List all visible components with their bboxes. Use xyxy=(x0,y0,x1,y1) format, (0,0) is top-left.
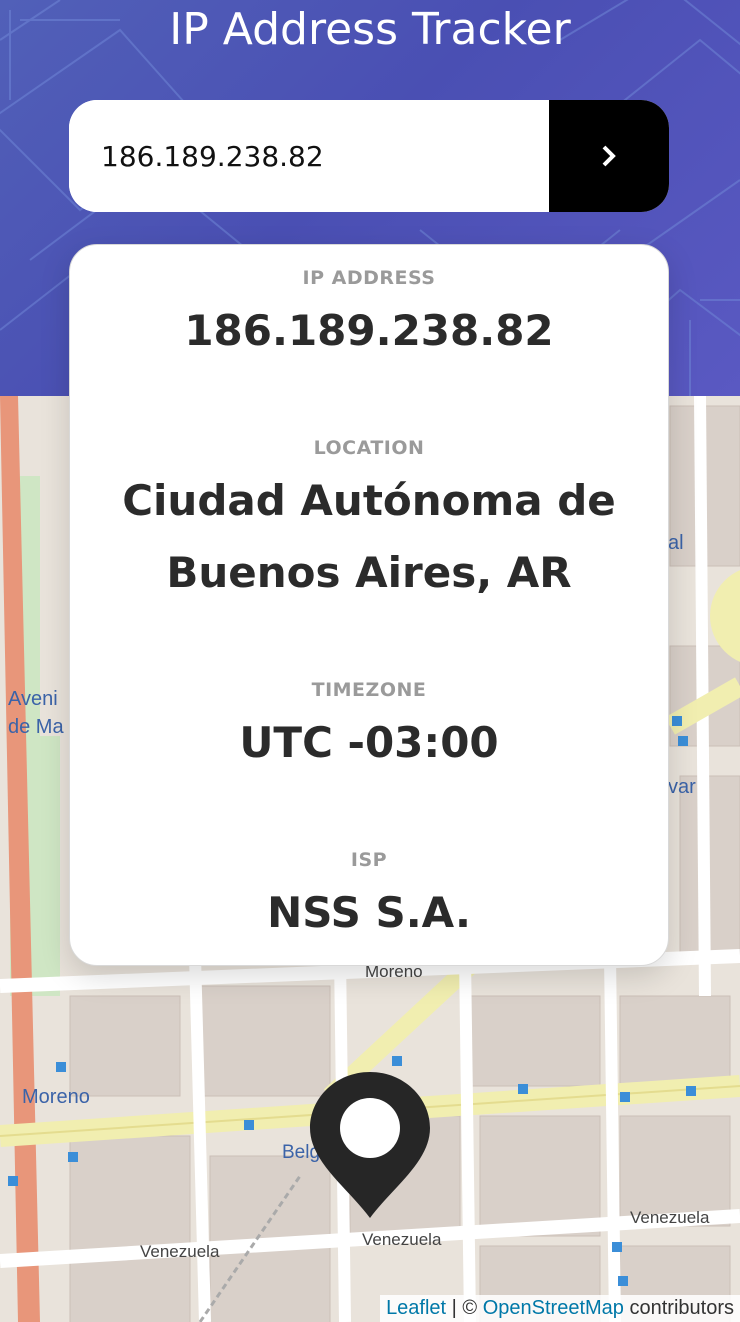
openstreetmap-link[interactable]: OpenStreetMap xyxy=(483,1297,624,1319)
isp-value: NSS S.A. xyxy=(267,888,471,937)
street-label-de-mayo: de Ma xyxy=(8,716,64,738)
search-bar xyxy=(69,100,669,212)
location-pin-icon[interactable] xyxy=(308,1070,432,1220)
street-label-venezuela-left: Venezuela xyxy=(140,1242,220,1261)
location-label: LOCATION xyxy=(313,437,425,459)
ip-info-card: IP ADDRESS 186.189.238.82 LOCATION Ciuda… xyxy=(69,244,669,966)
street-label-moreno-left: Moreno xyxy=(22,1086,90,1108)
ip-search-input[interactable] xyxy=(69,100,549,212)
street-label-var: var xyxy=(668,776,696,798)
street-label-al: al xyxy=(668,532,684,554)
timezone-value: UTC -03:00 xyxy=(239,718,499,767)
search-submit-button[interactable] xyxy=(549,100,669,212)
map-attribution: Leaflet | © OpenStreetMap contributors xyxy=(380,1295,740,1322)
attribution-suffix: contributors xyxy=(623,1297,734,1319)
page-title: IP Address Tracker xyxy=(169,4,571,55)
attribution-separator: | © xyxy=(446,1297,483,1319)
ip-address-value: 186.189.238.82 xyxy=(184,306,554,355)
chevron-right-icon xyxy=(602,145,616,167)
location-value: Ciudad Autónoma de Buenos Aires, AR xyxy=(122,476,616,597)
street-label-venezuela-mid: Venezuela xyxy=(362,1230,442,1249)
isp-label: ISP xyxy=(350,849,388,871)
street-label-avenida: Aveni xyxy=(8,688,58,710)
street-label-venezuela-right: Venezuela xyxy=(630,1208,710,1227)
leaflet-link[interactable]: Leaflet xyxy=(386,1297,446,1319)
timezone-label: TIMEZONE xyxy=(311,679,427,701)
ip-address-label: IP ADDRESS xyxy=(302,267,436,289)
